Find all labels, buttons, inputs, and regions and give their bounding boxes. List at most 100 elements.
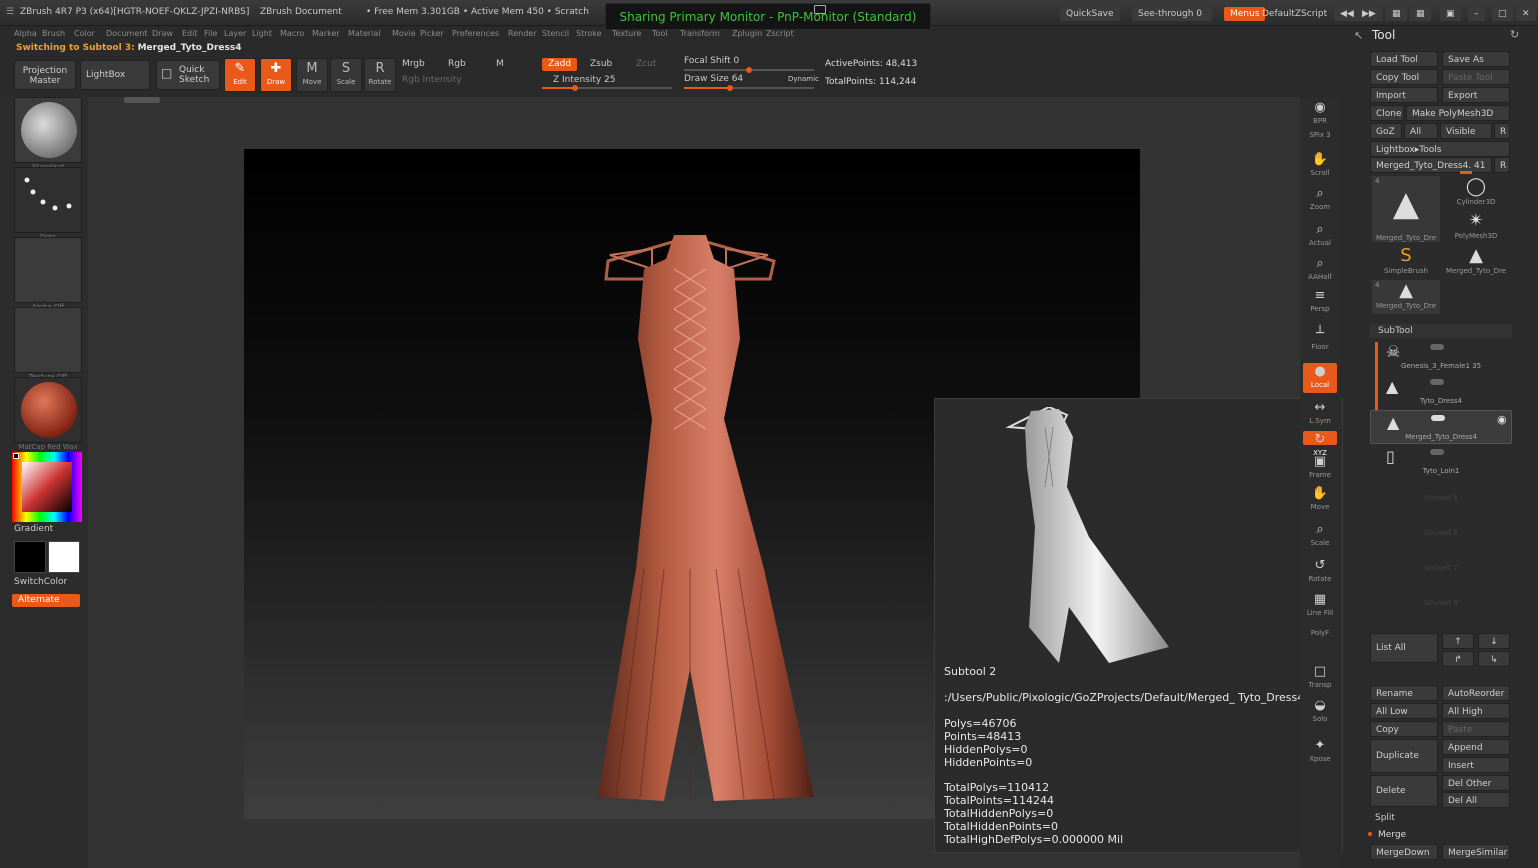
del-other-button[interactable]: Del Other [1442,775,1510,791]
menu-document[interactable]: Document [106,29,147,38]
tool-thumb-polymesh[interactable]: ✴ PolyMesh3D [1442,210,1510,244]
quicksave-button[interactable]: QuickSave [1060,7,1120,21]
menu-marker[interactable]: Marker [312,29,340,38]
shelf-rotate-button[interactable]: ↺ Rotate [1303,557,1337,587]
menu-layer[interactable]: Layer [224,29,246,38]
menu-tool[interactable]: Tool [652,29,668,38]
autoreorder-button[interactable]: AutoReorder [1442,685,1510,701]
tool-thumb-merged-dress-3[interactable]: 4 ▲ Merged_Tyto_Dre [1372,280,1440,314]
list-all-button[interactable]: List All [1370,633,1438,663]
z-intensity-knob[interactable] [571,85,578,91]
shelf-move-button[interactable]: ✋ Move [1303,485,1337,515]
menu-stroke[interactable]: Stroke [576,29,602,38]
draw-size-track[interactable] [684,85,814,91]
subtool-eye-toggle[interactable] [1430,344,1444,350]
move-down-arrow-icon[interactable]: ↓ [1478,633,1510,649]
lightbox-button[interactable]: LightBox [80,60,150,90]
see-through-slider[interactable]: See-through 0 [1132,7,1212,21]
rgb-intensity-slider[interactable]: Rgb Intensity [402,75,462,85]
all-low-button[interactable]: All Low [1370,703,1438,719]
load-tool-button[interactable]: Load Tool [1370,51,1438,67]
menu-stencil[interactable]: Stencil [542,29,569,38]
menu-zscript[interactable]: Zscript [766,29,794,38]
viewport-scroll-handle[interactable] [124,97,160,103]
z-intensity-slider[interactable]: Z Intensity 25 [553,75,616,85]
move-up-arrow-icon[interactable]: ↑ [1442,633,1474,649]
tool-thumb-merged-dress-2[interactable]: ▲ Merged_Tyto_Dre [1442,245,1510,279]
projection-master-button[interactable]: Projection Master [14,60,76,90]
merge-down-button[interactable]: MergeDown [1370,844,1438,860]
delete-button[interactable]: Delete [1370,775,1438,807]
shelf-spix-button[interactable]: SPix 3 [1303,131,1337,147]
zsub-button[interactable]: Zsub [590,59,612,69]
draw-size-knob[interactable] [726,85,733,91]
gradient-label[interactable]: Gradient [14,524,53,534]
switch-color-button[interactable]: SwitchColor [14,577,67,587]
move-top-arrow-icon[interactable]: ↱ [1442,651,1474,667]
menu-brush[interactable]: Brush [42,29,65,38]
material-selector[interactable]: MatCap Red Wax [14,377,82,451]
import-button[interactable]: Import [1370,87,1438,103]
merge-section[interactable]: Merge [1373,827,1512,843]
tool-thumb-simplebrush[interactable]: S SimpleBrush [1372,245,1440,279]
shelf-aahalf-button[interactable]: ⌕ AAHalf [1303,255,1337,285]
stroke-selector[interactable]: Dots [14,167,82,241]
subtool-row-genesis[interactable]: ☠ Genesis_3_Female1 35 [1370,340,1512,374]
subtool-eye-toggle[interactable] [1430,449,1444,455]
shelf-persp-button[interactable]: ≡ Persp [1303,287,1337,317]
share-monitor-icon[interactable] [814,5,826,14]
menu-material[interactable]: Material [348,29,381,38]
subtool-row-merged-dress-selected[interactable]: ▲ ◉ Merged_Tyto_Dress4 [1370,410,1512,444]
menu-color[interactable]: Color [74,29,95,38]
goz-visible-button[interactable]: Visible [1440,123,1492,139]
draw-mode-button[interactable]: ✚ Draw [260,58,292,92]
current-tool-slider[interactable]: Merged_Tyto_Dress4. 41 [1370,157,1492,173]
zcut-button[interactable]: Zcut [636,59,656,69]
shelf-floor-button[interactable]: ┴ Floor [1303,325,1337,355]
copy-subtool-button[interactable]: Copy [1370,721,1438,737]
menu-edit[interactable]: Edit [182,29,198,38]
del-all-button[interactable]: Del All [1442,792,1510,808]
m-button[interactable]: M [496,59,504,69]
paste-tool-button[interactable]: Paste Tool [1442,69,1510,85]
export-button[interactable]: Export [1442,87,1510,103]
move-mode-button[interactable]: M Move [296,58,328,92]
rotate-mode-button[interactable]: R Rotate [364,58,396,92]
insert-button[interactable]: Insert [1442,757,1510,773]
color-picker[interactable] [12,452,82,522]
append-button[interactable]: Append [1442,739,1510,755]
tool-palette-title[interactable]: Tool [1372,28,1395,42]
brush-selector[interactable]: Standard [14,97,82,171]
secondary-color-swatch[interactable] [48,541,80,573]
primary-color-swatch[interactable] [14,541,46,573]
make-polymesh-button[interactable]: Make PolyMesh3D [1406,105,1510,121]
shelf-zoom-button[interactable]: ⌕ Zoom [1303,185,1337,215]
menu-preferences[interactable]: Preferences [452,29,499,38]
menu-transform[interactable]: Transform [680,29,720,38]
menu-picker[interactable]: Picker [420,29,444,38]
color-picker-marker-icon[interactable] [13,453,19,459]
shelf-bpr-button[interactable]: ◉ BPR [1303,99,1337,129]
subtool-visibility-eye-icon[interactable]: ◉ [1497,413,1507,426]
clone-button[interactable]: Clone [1370,105,1404,121]
shelf-scroll-button[interactable]: ✋ Scroll [1303,151,1337,181]
minimize-icon[interactable]: – [1468,7,1485,21]
z-intensity-track[interactable] [542,85,672,91]
shelf-xyz-button[interactable]: ↻ XYZ [1303,431,1337,457]
paste-subtool-button[interactable]: Paste [1442,721,1510,737]
subtool-row-tyto-loin[interactable]: ▯ Tyto_Loin1 [1370,445,1512,479]
menu-macro[interactable]: Macro [280,29,304,38]
mrgb-button[interactable]: Mrgb [402,59,425,69]
duplicate-button[interactable]: Duplicate [1370,739,1438,773]
draw-size-slider[interactable]: Draw Size 64 [684,74,743,84]
texture-selector[interactable]: Texture Off [14,307,82,381]
alternate-button[interactable]: Alternate [12,594,80,607]
shelf-xpose-button[interactable]: ✦ Xpose [1303,737,1337,767]
zadd-button[interactable]: Zadd [542,58,578,71]
subtool-eye-toggle[interactable] [1431,415,1445,421]
shelf-local-button[interactable]: ● Local [1303,363,1337,393]
ui-layout-icon[interactable]: ▦ [1386,7,1407,21]
subtool-row-unused-8[interactable]: Unused 8 [1370,593,1512,627]
palette-pin-icon[interactable]: ↖ [1354,29,1363,42]
color-picker-square[interactable] [22,462,72,512]
